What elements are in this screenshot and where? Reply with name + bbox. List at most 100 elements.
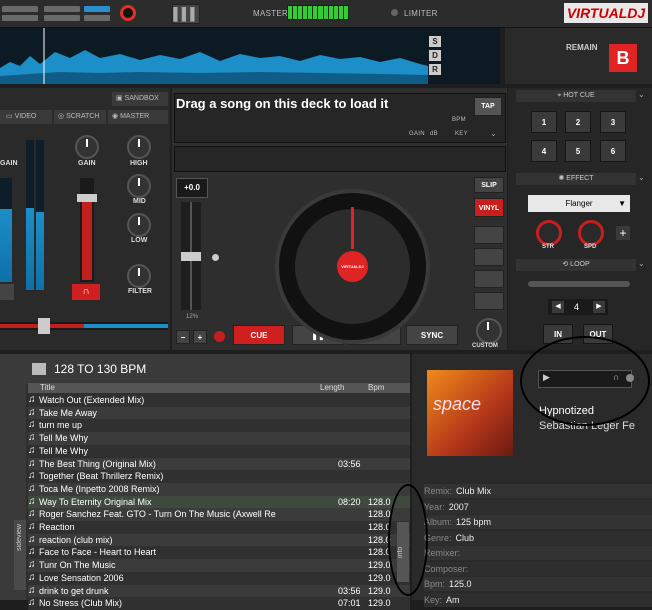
info-field: Remixer: [424, 546, 652, 560]
chevron-down-icon[interactable]: ⌄ [638, 259, 645, 268]
pad-button[interactable] [474, 248, 504, 266]
pitch-slider[interactable] [181, 202, 201, 310]
sandbox-button[interactable]: ▣ SANDBOX [112, 92, 168, 106]
music-note-icon: ♫ [28, 482, 36, 494]
high-knob[interactable] [127, 135, 151, 159]
loop-increase-button[interactable]: ▶ [593, 301, 605, 313]
headphone-icon[interactable]: ∩ [72, 284, 100, 300]
info-field: Genre: Club [424, 530, 652, 545]
hotcue-6-button[interactable]: 6 [600, 140, 626, 162]
chevron-down-icon[interactable]: ⌄ [490, 129, 497, 138]
loop-decrease-button[interactable]: ◀ [552, 301, 564, 313]
tab-scratch[interactable]: ◎ SCRATCH [54, 110, 106, 124]
fader-fill [82, 200, 92, 280]
pitch-slider-cap[interactable] [181, 252, 201, 261]
hotcue-1-button[interactable]: 1 [531, 111, 557, 133]
hotcue-4-button[interactable]: 4 [531, 140, 557, 162]
table-row[interactable]: ♫ Tunr On The Music 129.0 [28, 559, 410, 572]
table-row[interactable]: ♫ Take Me Away [28, 406, 410, 420]
pitch-reset-dot[interactable] [212, 254, 219, 261]
jog-wheel-inner: VIRTUALDJ [295, 207, 410, 324]
hotcue-5-button[interactable]: 5 [565, 140, 591, 162]
mini-waveform[interactable] [174, 146, 506, 172]
channel-fader-left[interactable] [0, 178, 12, 282]
mid-label: MID [133, 198, 146, 205]
loop-header[interactable]: ⟲ LOOP [516, 259, 636, 271]
column-length[interactable]: Length [320, 383, 344, 392]
hotcue-3-button[interactable]: 3 [600, 111, 626, 133]
crossfader[interactable] [0, 318, 168, 334]
pad-button[interactable] [474, 226, 504, 244]
filter-knob[interactable] [127, 264, 151, 288]
effect-select[interactable]: Flanger ▼ [528, 195, 630, 212]
gain-knob[interactable] [75, 135, 99, 159]
spd-knob[interactable] [578, 220, 604, 246]
hotcue-header[interactable]: ⌖ HOT CUE [516, 90, 636, 102]
custom-knob[interactable] [476, 318, 502, 344]
deck-slot[interactable] [2, 15, 38, 21]
chevron-down-icon[interactable]: ⌄ [638, 173, 645, 182]
jog-wheel[interactable]: VIRTUALDJ [275, 189, 430, 344]
r-button[interactable]: R [429, 64, 441, 75]
table-row[interactable]: ♫ Roger Sanchez Feat. GTO - Turn On The M… [28, 508, 410, 521]
loop-slider[interactable] [528, 281, 630, 287]
d-button[interactable]: D [429, 50, 441, 61]
table-row[interactable]: ♫ reaction (club mix) 128.0 [28, 533, 410, 547]
sync-button[interactable]: SYNC [406, 325, 458, 345]
slip-button[interactable]: SLIP [474, 177, 504, 193]
table-row[interactable]: ♫ Tell Me Why [28, 432, 410, 445]
deck-slot[interactable] [44, 15, 80, 21]
record-icon[interactable] [120, 5, 136, 21]
hotcue-2-button[interactable]: 2 [565, 111, 591, 133]
crossfader-cap[interactable] [38, 318, 50, 334]
table-row[interactable]: ♫ No Stress (Club Mix) 07:01 129.0 [28, 597, 410, 610]
cue-button[interactable]: CUE [233, 325, 285, 345]
table-row[interactable]: ♫ Tell Me Why [28, 444, 410, 458]
tap-button[interactable]: TAP [474, 97, 502, 116]
row-title: Toca Me (Inpetto 2008 Remix) [39, 483, 160, 494]
s-button[interactable]: S [429, 36, 441, 47]
load-prompt: Drag a song on this deck to load it [176, 96, 389, 111]
table-row[interactable]: ♫ The Best Thing (Original Mix) 03:56 [28, 457, 410, 471]
low-knob[interactable] [127, 213, 151, 237]
waveform-icon[interactable]: ▌▌▌ [172, 4, 200, 24]
column-title[interactable]: Title [40, 383, 55, 392]
table-row[interactable]: ♫ Reaction 128.0 [28, 521, 410, 534]
music-note-icon: ♫ [28, 533, 36, 545]
vinyl-button[interactable]: VINYL [474, 198, 504, 217]
pitch-minus-button[interactable]: − [176, 330, 190, 344]
info-field-key: Bpm: [424, 579, 446, 589]
keylock-icon[interactable] [214, 331, 225, 342]
table-row[interactable]: ♫ Together (Beat Thrillerz Remix) [28, 470, 410, 483]
table-row[interactable]: ♫ Way To Eternity Original Mix 08:20 128.0 [28, 495, 410, 509]
pitch-plus-button[interactable]: + [193, 330, 207, 344]
tab-master[interactable]: ◉ MASTER [108, 110, 168, 124]
deck-slot[interactable] [84, 15, 110, 21]
fader-cap[interactable] [77, 194, 97, 202]
str-knob[interactable] [536, 220, 562, 246]
row-length: 07:01 [338, 598, 361, 609]
table-row[interactable]: ♫ drink to get drunk 03:56 129.0 [28, 584, 410, 598]
table-row[interactable]: ♫ Face to Face - Heart to Heart 128.0 [28, 546, 410, 560]
deck-slot-active[interactable] [84, 6, 110, 12]
waveform-overview[interactable]: S D R [0, 28, 500, 84]
table-row[interactable]: ♫ Love Sensation 2006 129.0 [28, 571, 410, 585]
table-row[interactable]: ♫ Toca Me (Inpetto 2008 Remix) [28, 482, 410, 496]
add-effect-button[interactable]: + [616, 226, 630, 240]
mid-knob[interactable] [127, 174, 151, 198]
deck-letter-badge[interactable]: B [609, 44, 637, 72]
table-row[interactable]: ♫ Watch Out (Extended Mix) [28, 394, 410, 407]
deck-slot[interactable] [2, 6, 38, 12]
pad-button[interactable] [474, 270, 504, 288]
headphone-cue-button-left[interactable] [0, 284, 14, 300]
pad-button[interactable] [474, 292, 504, 310]
sideview-tab[interactable]: sideview [14, 520, 26, 590]
column-bpm[interactable]: Bpm [368, 383, 384, 392]
music-note-icon: ♫ [28, 444, 36, 456]
channel-fader[interactable] [77, 178, 97, 282]
deck-slot[interactable] [44, 6, 80, 12]
tab-video[interactable]: ▭ VIDEO [0, 110, 52, 124]
effect-header[interactable]: ✺ EFFECT [516, 173, 636, 185]
table-row[interactable]: ♫ turn me up [28, 419, 410, 433]
chevron-down-icon[interactable]: ⌄ [638, 90, 645, 99]
